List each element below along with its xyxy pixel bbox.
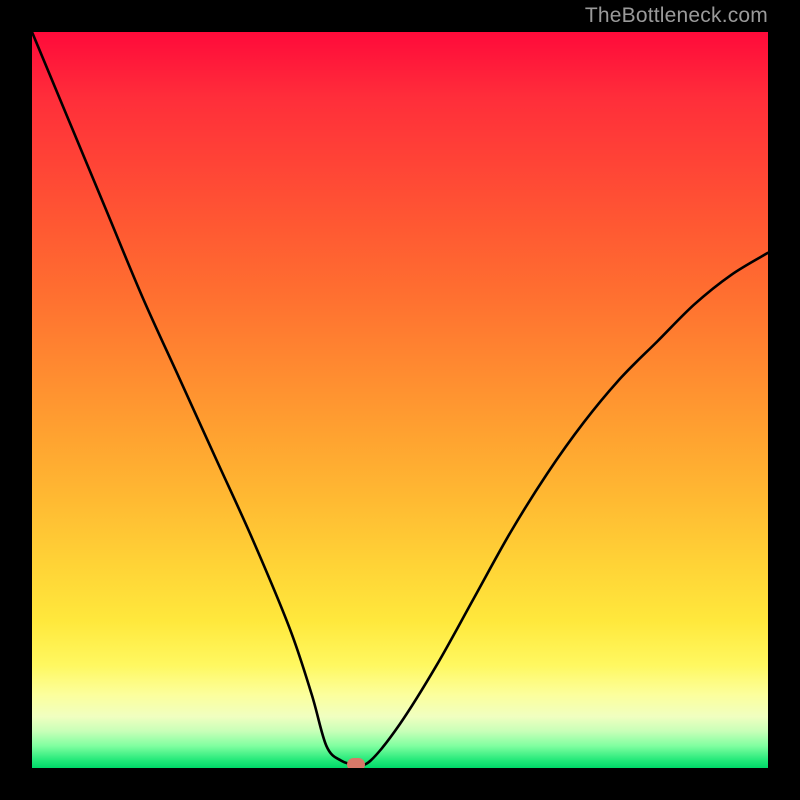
plot-area	[32, 32, 768, 768]
chart-frame: TheBottleneck.com	[0, 0, 800, 800]
watermark-label: TheBottleneck.com	[585, 4, 768, 28]
bottleneck-curve	[32, 32, 768, 768]
optimum-marker-icon	[347, 758, 365, 768]
